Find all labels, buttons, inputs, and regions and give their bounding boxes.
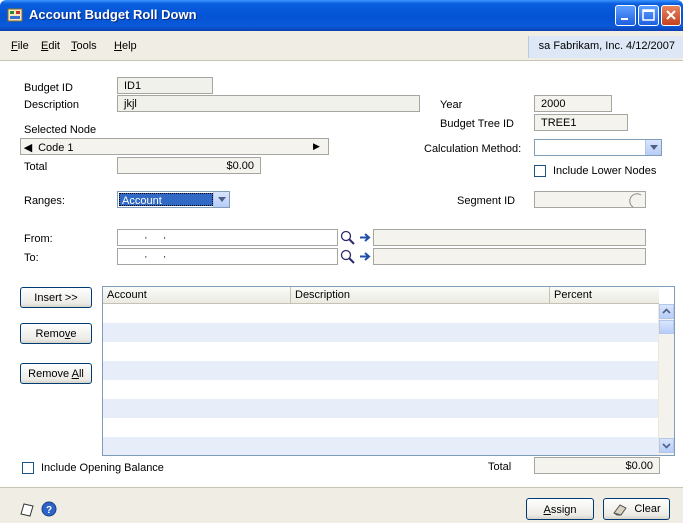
close-button[interactable] <box>661 5 681 26</box>
lookup-magnifier-icon[interactable] <box>340 248 356 265</box>
column-header-percent[interactable]: Percent <box>550 287 659 304</box>
svg-text:?: ? <box>46 505 52 516</box>
from-label: From: <box>24 233 53 245</box>
from-field[interactable]: · · <box>117 229 338 246</box>
from-description-field <box>373 229 646 246</box>
maximize-icon <box>642 9 655 21</box>
to-label: To: <box>24 252 39 264</box>
total-label: Total <box>24 161 48 173</box>
eraser-icon <box>613 504 628 516</box>
remove-all-button[interactable]: Remove All <box>20 363 92 384</box>
include-lower-nodes-checkbox[interactable] <box>534 165 546 177</box>
allocation-grid[interactable]: Account Description Percent <box>102 286 675 456</box>
description-field[interactable]: jkjl <box>117 95 420 112</box>
table-row[interactable] <box>103 399 659 418</box>
remove-button[interactable]: Remove <box>20 323 92 344</box>
to-description-field <box>373 248 646 265</box>
to-field[interactable]: · · <box>117 248 338 265</box>
menu-help[interactable]: Help <box>114 40 137 52</box>
chevron-down-icon <box>645 140 661 155</box>
budget-tree-id-label: Budget Tree ID <box>440 118 514 130</box>
menu-file[interactable]: File <box>11 40 29 52</box>
calculation-method-label: Calculation Method: <box>424 143 522 155</box>
ranges-label: Ranges: <box>24 195 65 207</box>
include-lower-nodes-label: Include Lower Nodes <box>553 165 657 177</box>
table-row[interactable] <box>103 437 659 455</box>
grid-scrollbar[interactable] <box>658 304 674 455</box>
help-icon[interactable]: ? <box>40 500 58 518</box>
company-info: sa Fabrikam, Inc. 4/12/2007 <box>527 36 683 58</box>
ranges-select[interactable]: Account <box>117 191 230 208</box>
selected-node-field: ◀ Code 1 <box>20 138 329 155</box>
budget-id-label: Budget ID <box>24 82 73 94</box>
budget-tree-id-field: TREE1 <box>534 114 628 131</box>
table-row[interactable] <box>103 380 659 399</box>
segment-id-field <box>534 191 646 208</box>
note-icon[interactable] <box>18 500 36 518</box>
description-label: Description <box>24 99 80 111</box>
clear-button[interactable]: Clear <box>603 498 670 520</box>
menu-tools[interactable]: Tools <box>71 40 97 52</box>
expand-arrow-icon[interactable] <box>358 248 372 265</box>
node-next-arrow-icon[interactable]: ▶ <box>313 141 320 152</box>
selected-node-value: Code 1 <box>38 142 74 154</box>
table-row[interactable] <box>103 418 659 437</box>
include-opening-balance-checkbox[interactable] <box>22 462 34 474</box>
assign-button[interactable]: Assign <box>526 498 594 520</box>
scroll-thumb[interactable] <box>659 320 674 334</box>
include-opening-balance-label: Include Opening Balance <box>41 462 164 474</box>
table-row[interactable] <box>103 304 659 323</box>
grid-total-label: Total <box>488 461 512 473</box>
menu-edit[interactable]: Edit <box>41 40 60 52</box>
scroll-up-icon[interactable] <box>659 304 674 319</box>
column-header-description[interactable]: Description <box>291 287 550 304</box>
calculation-method-select[interactable] <box>534 139 662 156</box>
selected-node-label: Selected Node <box>24 124 97 136</box>
node-prev-arrow-icon[interactable]: ◀ <box>21 141 35 154</box>
scroll-down-icon[interactable] <box>659 438 674 453</box>
segment-id-label: Segment ID <box>457 195 516 207</box>
column-header-account[interactable]: Account <box>103 287 291 304</box>
table-row[interactable] <box>103 361 659 380</box>
maximize-button[interactable] <box>638 5 659 26</box>
segment-spinner-icon <box>629 193 642 208</box>
expand-arrow-icon[interactable] <box>358 229 372 246</box>
chevron-down-icon <box>213 192 229 207</box>
table-row[interactable] <box>103 323 659 342</box>
grid-header: Account Description Percent <box>103 287 659 304</box>
year-field: 2000 <box>534 95 612 112</box>
insert-button[interactable]: Insert >> <box>20 287 92 308</box>
table-row[interactable] <box>103 342 659 361</box>
lookup-magnifier-icon[interactable] <box>340 229 356 246</box>
minimize-button[interactable] <box>615 5 636 26</box>
grid-total-field: $0.00 <box>534 457 660 474</box>
budget-id-field[interactable]: ID1 <box>117 77 213 94</box>
total-field: $0.00 <box>117 157 261 174</box>
year-label: Year <box>440 99 463 111</box>
window-title: Account Budget Roll Down <box>29 7 197 22</box>
window-app-icon <box>7 7 23 23</box>
close-icon <box>666 10 676 20</box>
minimize-icon <box>621 18 628 20</box>
